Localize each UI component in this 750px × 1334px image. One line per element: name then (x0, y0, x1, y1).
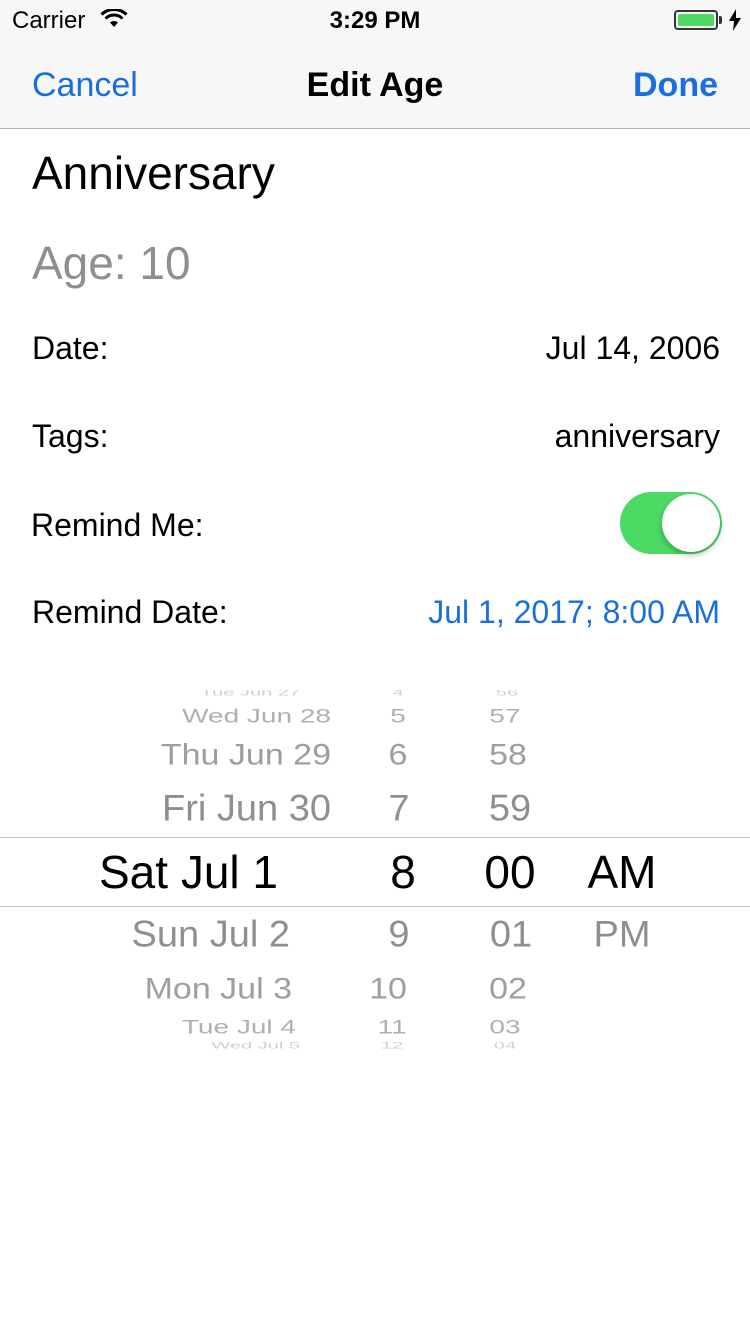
tags-label: Tags: (32, 418, 109, 454)
picker-minute-option[interactable]: 02 (448, 974, 568, 1004)
picker-date-option[interactable]: Tue Jul 4 (0, 1017, 296, 1037)
date-label: Date: (32, 330, 109, 366)
picker-minute-option[interactable]: 56 (447, 690, 567, 698)
status-time: 3:29 PM (329, 7, 421, 34)
entry-age: Age: 10 (32, 237, 191, 289)
remind-me-label: Remind Me: (31, 507, 204, 543)
done-button[interactable]: Done (633, 66, 718, 105)
picker-hour-option[interactable]: 11 (332, 1017, 452, 1037)
picker-hour-option[interactable]: 6 (338, 740, 458, 770)
remind-me-toggle[interactable] (620, 492, 722, 554)
battery-tip (719, 16, 722, 24)
tags-value[interactable]: anniversary (555, 418, 720, 455)
entry-name[interactable]: Anniversary (32, 146, 275, 200)
remind-date-label: Remind Date: (32, 594, 228, 630)
picker-hour-option[interactable]: 4 (338, 690, 458, 698)
picker-hour-option[interactable]: 10 (328, 974, 448, 1004)
toggle-knob (662, 494, 720, 552)
picker-date-option[interactable]: Wed Jul 5 (0, 1042, 300, 1051)
date-value[interactable]: Jul 14, 2006 (546, 330, 720, 367)
picker-minute-option[interactable]: 59 (450, 791, 570, 828)
picker-date-option[interactable]: Fri Jun 30 (31, 791, 331, 828)
battery-icon (674, 10, 718, 30)
picker-minute-option[interactable]: 01 (451, 917, 571, 954)
picker-minute-option[interactable]: 58 (448, 740, 568, 770)
picker-minute-option[interactable]: 03 (445, 1017, 565, 1037)
picker-hour-option[interactable]: 7 (339, 791, 459, 828)
picker-selection-bottom-line (0, 906, 750, 907)
picker-date-option[interactable]: Mon Jul 3 (0, 974, 292, 1004)
picker-ampm-option[interactable]: PM (562, 917, 682, 954)
picker-date-selected[interactable]: Sat Jul 1 (0, 849, 278, 895)
picker-selection-top-line (0, 837, 750, 838)
picker-date-option[interactable]: Thu Jun 29 (31, 740, 331, 770)
picker-date-option[interactable]: Wed Jun 28 (31, 706, 331, 726)
picker-hour-selected[interactable]: 8 (343, 849, 463, 895)
picker-hour-option[interactable]: 12 (332, 1042, 452, 1051)
picker-ampm-selected[interactable]: AM (562, 849, 682, 895)
picker-minute-option[interactable]: 57 (445, 706, 565, 726)
charging-bolt-icon (729, 9, 741, 31)
picker-date-option[interactable]: Sun Jul 2 (0, 917, 290, 954)
picker-date-option[interactable]: Tue Jun 27 (0, 690, 300, 698)
remind-date-value[interactable]: Jul 1, 2017; 8:00 AM (428, 594, 720, 631)
picker-hour-option[interactable]: 9 (339, 917, 459, 954)
picker-minute-selected[interactable]: 00 (450, 849, 570, 895)
picker-hour-option[interactable]: 5 (338, 706, 458, 726)
picker-minute-option[interactable]: 04 (445, 1042, 565, 1051)
date-time-picker[interactable]: Tue Jun 27 Wed Jun 28 Thu Jun 29 Fri Jun 30… (0, 690, 750, 1050)
